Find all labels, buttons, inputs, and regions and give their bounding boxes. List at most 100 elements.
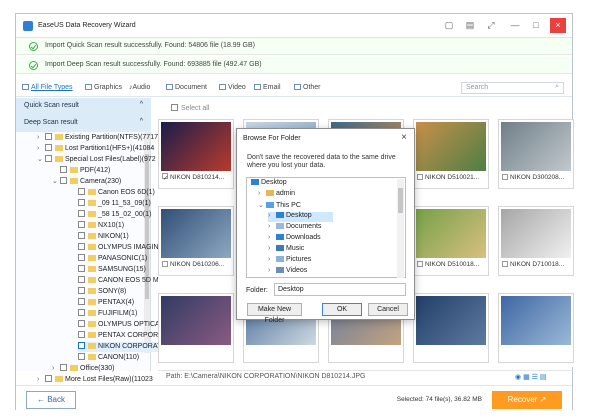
- tree-item[interactable]: ⌄ Camera(230): [52, 177, 121, 187]
- photo-thumbnail: [416, 122, 486, 171]
- maximize-button[interactable]: □: [528, 18, 544, 33]
- tile-checkbox[interactable]: [417, 261, 423, 267]
- documents-icon: [276, 223, 284, 229]
- photo-thumbnail: [416, 296, 486, 345]
- photo-tile[interactable]: NIKON D610206...: [158, 206, 234, 276]
- close-button[interactable]: ×: [550, 18, 566, 33]
- success-icon: [29, 61, 38, 70]
- tree-item[interactable]: NX10(1): [78, 221, 124, 231]
- tree-item[interactable]: OLYMPUS IMAGIN: [78, 243, 159, 253]
- help-icon[interactable]: ▢: [441, 18, 457, 33]
- photo-thumbnail: [501, 296, 571, 345]
- photo-tile[interactable]: NIKON D710018...: [498, 206, 574, 276]
- deep-scan-result[interactable]: Deep Scan result ^: [16, 115, 151, 132]
- folder-tree-item[interactable]: › Videos: [268, 267, 307, 277]
- tree-item[interactable]: _09 11_53_09(1): [78, 199, 151, 209]
- tile-checkbox[interactable]: [417, 174, 423, 180]
- photo-tile[interactable]: NIKON D510021...: [413, 119, 489, 189]
- tree-item[interactable]: SONY(8): [78, 287, 126, 297]
- pictures-icon: [276, 256, 284, 262]
- folder-tree-item[interactable]: › Music: [268, 245, 304, 255]
- folder-tree-item-selected[interactable]: › Desktop: [268, 212, 333, 222]
- back-button[interactable]: ← Back: [26, 391, 76, 409]
- folder-tree-item[interactable]: Desktop: [251, 179, 287, 189]
- detail-view-icon[interactable]: ▤: [540, 374, 547, 381]
- search-input[interactable]: Search ⌕: [461, 82, 564, 94]
- folder-tree-item[interactable]: › Downloads: [268, 234, 321, 244]
- user-folder-icon: [266, 190, 274, 196]
- tree-item[interactable]: CANON(110): [78, 353, 139, 363]
- ok-button[interactable]: OK: [322, 303, 362, 316]
- photo-tile[interactable]: [498, 293, 574, 363]
- image-icon: [85, 84, 92, 90]
- photo-tile[interactable]: NIKON D300208...: [498, 119, 574, 189]
- select-all-checkbox[interactable]: Select all: [171, 104, 209, 112]
- photo-tile[interactable]: [158, 293, 234, 363]
- tab-audio[interactable]: ♪Audio: [129, 84, 150, 91]
- photo-tile[interactable]: NIKON D510018...: [413, 206, 489, 276]
- make-new-folder-button[interactable]: Make New Folder: [247, 303, 302, 324]
- tree-item[interactable]: PENTAX(4): [78, 298, 134, 308]
- folder-label: Folder:: [246, 287, 268, 294]
- list-view-icon[interactable]: ☰: [532, 374, 538, 381]
- tree-item[interactable]: PDF(412): [60, 166, 110, 176]
- folder-tree-item[interactable]: › admin: [258, 190, 295, 200]
- tile-checkbox[interactable]: [502, 261, 508, 267]
- deep-scan-notice: Import Deep Scan result successfully. Fo…: [16, 57, 572, 74]
- file-type-filter-bar: All File Types Graphics ♪Audio Document …: [16, 80, 572, 97]
- file-path: Path: E:\Camera\NIKON CORPORATION\NIKON …: [158, 370, 573, 384]
- share-icon[interactable]: ⤢: [483, 18, 499, 33]
- tree-item[interactable]: ⌄ Special Lost Files(Label)(972: [37, 155, 156, 165]
- recover-button[interactable]: Recover ↗: [492, 391, 562, 409]
- thumbnail-view-icon[interactable]: ▦: [523, 374, 530, 381]
- tab-all-file-types[interactable]: All File Types: [22, 84, 73, 91]
- quick-scan-result[interactable]: Quick Scan result ^: [16, 98, 151, 115]
- view-toggle-group: ◉ ▦ ☰ ▤: [515, 373, 547, 381]
- tile-checkbox[interactable]: [502, 174, 508, 180]
- photo-thumbnail: [501, 209, 571, 258]
- minimize-button[interactable]: —: [507, 18, 523, 33]
- tab-graphics[interactable]: Graphics: [85, 84, 122, 91]
- tree-item[interactable]: FUJIFILM(1): [78, 309, 137, 319]
- tree-item[interactable]: › Lost Partition1(HFS+)(41084: [37, 144, 154, 154]
- photo-tile[interactable]: ✓ NIKON D810214...: [158, 119, 234, 189]
- email-icon: [254, 84, 261, 90]
- folder-tree-scroll-thumb[interactable]: [398, 188, 403, 213]
- tile-checkbox[interactable]: ✓: [162, 173, 168, 181]
- videos-icon: [276, 267, 284, 273]
- tree-item[interactable]: › Office(330): [52, 364, 115, 374]
- dialog-message: Don't save the recovered data to the sam…: [247, 154, 396, 169]
- desktop-icon: [276, 212, 284, 218]
- preview-icon[interactable]: ◉: [515, 374, 521, 381]
- cancel-button[interactable]: Cancel: [368, 303, 408, 316]
- tree-item[interactable]: › More Lost Files(Raw)(11023: [37, 375, 153, 385]
- tab-email[interactable]: Email: [254, 84, 281, 91]
- photo-tile[interactable]: [413, 293, 489, 363]
- folder-tree-item[interactable]: ⌄ This PC: [258, 201, 301, 211]
- tree-item-selected[interactable]: NIKON CORPORAT: [78, 342, 162, 352]
- tree-item[interactable]: SAMSUNG(15): [78, 265, 146, 275]
- tree-item[interactable]: › Existing Partition(NTFS)(7717: [37, 133, 158, 143]
- feedback-icon[interactable]: ▤: [462, 18, 478, 33]
- folder-tree-item[interactable]: › Documents: [268, 223, 321, 233]
- tree-item[interactable]: Canon EOS 6D(1): [78, 188, 155, 198]
- tree-item[interactable]: _58 15_02_00(1): [78, 210, 151, 220]
- folder-name-input[interactable]: Desktop: [274, 283, 406, 296]
- tab-other[interactable]: Other: [294, 84, 321, 91]
- tree-item[interactable]: CANON EOS 5D M: [78, 276, 159, 286]
- selection-summary: Selected: 74 file(s), 36.82 MB: [396, 396, 482, 403]
- tab-document[interactable]: Document: [166, 84, 207, 91]
- tree-item[interactable]: PENTAX CORPORA: [78, 331, 163, 341]
- tree-item[interactable]: OLYMPUS OPTICA: [78, 320, 160, 330]
- tree-item[interactable]: PANASONIC(1): [78, 254, 147, 264]
- folder-tree-item[interactable]: › Pictures: [268, 256, 311, 266]
- dialog-close-icon[interactable]: ×: [401, 132, 407, 143]
- tile-checkbox[interactable]: [162, 261, 168, 267]
- app-logo-icon: [23, 21, 33, 31]
- quick-scan-notice: Import Quick Scan result successfully. F…: [16, 38, 572, 55]
- tree-item[interactable]: NIKON(1): [78, 232, 129, 242]
- photo-thumbnail: [161, 209, 231, 258]
- tab-video[interactable]: Video: [219, 84, 246, 91]
- photo-thumbnail: [416, 209, 486, 258]
- music-icon: [276, 245, 284, 251]
